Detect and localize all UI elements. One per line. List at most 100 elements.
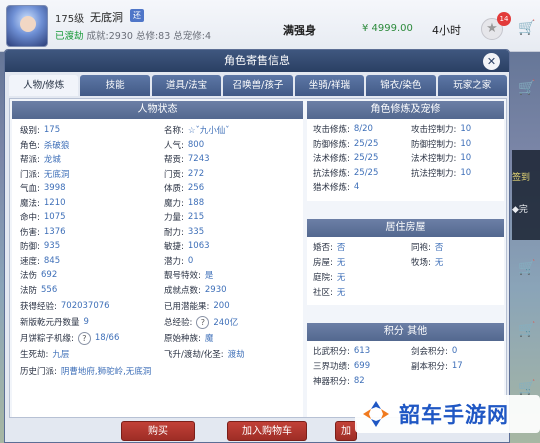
cultivation-value: 25/25: [353, 138, 379, 149]
control-label: 防御控制力:: [411, 139, 457, 150]
char-stat-value: 1075: [43, 212, 66, 222]
control-value: 10: [460, 124, 472, 134]
player-name: 无底洞: [90, 11, 123, 24]
char-stat-value: 3998: [43, 183, 66, 193]
help-icon[interactable]: ?: [196, 315, 210, 329]
char-attr-row: 门贡: 272: [164, 167, 204, 181]
char-stat-row: 法伤 692: [20, 268, 57, 282]
control-row: 防御控制力: 10: [411, 137, 471, 151]
char-stat-label: 命中:: [20, 213, 40, 223]
listing-bar[interactable]: 175级 无底洞 还 已渡劫 成就:2930 总修:83 总宠修:4 满强身 ¥…: [0, 0, 540, 52]
control-value: 10: [460, 167, 472, 178]
history-label: 历史门派:: [20, 367, 57, 377]
add-to-cart-button[interactable]: 加入购物车: [227, 421, 307, 441]
life-row: 生死劫: 九层: [20, 347, 69, 361]
potential-row: 已用潜能果: 200: [164, 299, 230, 313]
cultivation-value: 25/25: [353, 153, 379, 163]
side-banner-line1: 签到: [512, 173, 531, 183]
char-stat-value: 935: [43, 241, 61, 251]
moon-row: 月饼粽子机缘: ? 18/66: [20, 331, 119, 345]
section-title: 角色修炼及宠修: [307, 101, 504, 119]
cart-icon-2[interactable]: 🛒: [516, 80, 538, 102]
panel-title: 角色寄售信息: [5, 50, 509, 72]
section-title: 人物状态: [12, 101, 303, 119]
points-row: 三界功绩: 699: [313, 359, 370, 373]
char-attr-value: 是: [204, 271, 214, 281]
char-attr-row: 潜力: 0: [164, 254, 193, 268]
buy-button[interactable]: 购买: [121, 421, 195, 441]
points-extra-label: 副本积分:: [411, 362, 448, 372]
char-attr-value: 335: [187, 226, 205, 237]
char-stat-label: 帮派:: [20, 155, 40, 165]
char-attr-label: 潜力:: [164, 256, 184, 267]
cultivation-label: 攻击修炼:: [313, 125, 350, 135]
close-icon[interactable]: ✕: [483, 53, 500, 70]
char-stat-value: 龙城: [43, 155, 61, 165]
tab-bar: 人物/修炼 技能 道具/法宝 召唤兽/孩子 坐骑/祥瑞 锦衣/染色 玩家之家: [9, 75, 507, 96]
char-stat-row: 级别: 175: [20, 123, 60, 137]
char-stat-label: 法伤: [20, 271, 38, 281]
cart-icon[interactable]: 🛒: [516, 20, 538, 42]
points-value: 699: [353, 361, 371, 371]
char-attr-value: 256: [187, 183, 205, 193]
char-attr-label: 敏捷:: [164, 242, 184, 252]
cultivation-row: 攻击修炼: 8/20: [313, 122, 373, 136]
more-button[interactable]: 加: [335, 421, 357, 441]
tab-home[interactable]: 玩家之家: [437, 75, 507, 96]
char-stat-row: 防御: 935: [20, 239, 60, 253]
housing-value: 无: [336, 288, 346, 298]
housing-row: 社区: 无: [313, 285, 345, 299]
cart-icon-4[interactable]: 🛒: [516, 322, 538, 344]
cultivation-label: 抗法修炼:: [313, 168, 350, 179]
help-icon[interactable]: ?: [77, 331, 91, 345]
points-label: 比武积分:: [313, 347, 350, 357]
char-stat-row: 帮派: 龙城: [20, 152, 61, 166]
tab-items[interactable]: 道具/法宝: [151, 75, 222, 96]
points-extra-label: 剑会积分:: [411, 347, 448, 357]
char-attr-label: 门贡:: [164, 169, 184, 180]
char-attr-row: 名称: ☆ˇ九小仙ˇ: [164, 123, 230, 137]
control-label: 攻击控制力:: [411, 125, 457, 135]
char-attr-label: 魔力:: [164, 198, 184, 209]
control-value: 10: [460, 138, 472, 149]
favorite-count-badge: 14: [497, 12, 511, 26]
origin-label: 原始种族:: [164, 334, 201, 344]
moon-label: 月饼粽子机缘:: [20, 334, 74, 344]
points-label: 三界功绩:: [313, 362, 350, 372]
control-label: 法术控制力:: [411, 154, 457, 164]
char-attr-value: 1063: [187, 241, 210, 251]
cultivation-row: 抗法修炼: 25/25: [313, 166, 378, 180]
char-attr-value: 800: [187, 139, 205, 150]
feisheng-label: 飞升/渡劫/化圣:: [164, 350, 224, 360]
char-stat-label: 法防: [20, 285, 38, 296]
tab-skills[interactable]: 技能: [80, 75, 150, 96]
housing-extra-row: 同袍: 否: [411, 240, 443, 254]
char-attr-value: 2930: [204, 284, 227, 295]
moon-value: 18/66: [94, 333, 120, 343]
char-attr-label: 耐力:: [164, 227, 184, 238]
cart-icon-3[interactable]: 🛒: [516, 260, 538, 282]
char-attr-value: ☆ˇ九小仙ˇ: [187, 126, 230, 136]
char-stat-value: 175: [43, 125, 61, 135]
char-stat-label: 级别:: [20, 126, 40, 136]
tab-character[interactable]: 人物/修炼: [9, 75, 79, 96]
qiankun-value: 9: [83, 317, 89, 327]
control-row: 抗法控制力: 10: [411, 166, 471, 180]
housing-section: 居住房屋 婚否: 否房屋: 无庭院: 无社区: 无同袍: 否牧场: 无: [307, 219, 504, 305]
tab-outfits[interactable]: 锦衣/染色: [366, 75, 436, 96]
char-stat-row: 法防 556: [20, 283, 57, 297]
char-stat-label: 伤害:: [20, 227, 40, 238]
tab-pets[interactable]: 召唤兽/孩子: [223, 75, 293, 96]
points-extra-value: 17: [451, 361, 463, 371]
housing-extra-row: 牧场: 无: [411, 255, 443, 269]
tab-mounts[interactable]: 坐骑/祥瑞: [294, 75, 365, 96]
char-attr-row: 人气: 800: [164, 138, 204, 152]
control-label: 抗法控制力:: [411, 168, 457, 179]
side-banner[interactable]: 签到 ◆完: [512, 150, 540, 240]
char-attr-value: 215: [187, 212, 205, 222]
char-attr-label: 成就点数:: [164, 285, 201, 296]
origin-row: 原始种族: 魔: [164, 331, 213, 345]
char-stat-label: 防御:: [20, 242, 40, 252]
status-line: 已渡劫 成就:2930 总修:83 总宠修:4: [55, 28, 211, 42]
char-stat-row: 气血: 3998: [20, 181, 66, 195]
